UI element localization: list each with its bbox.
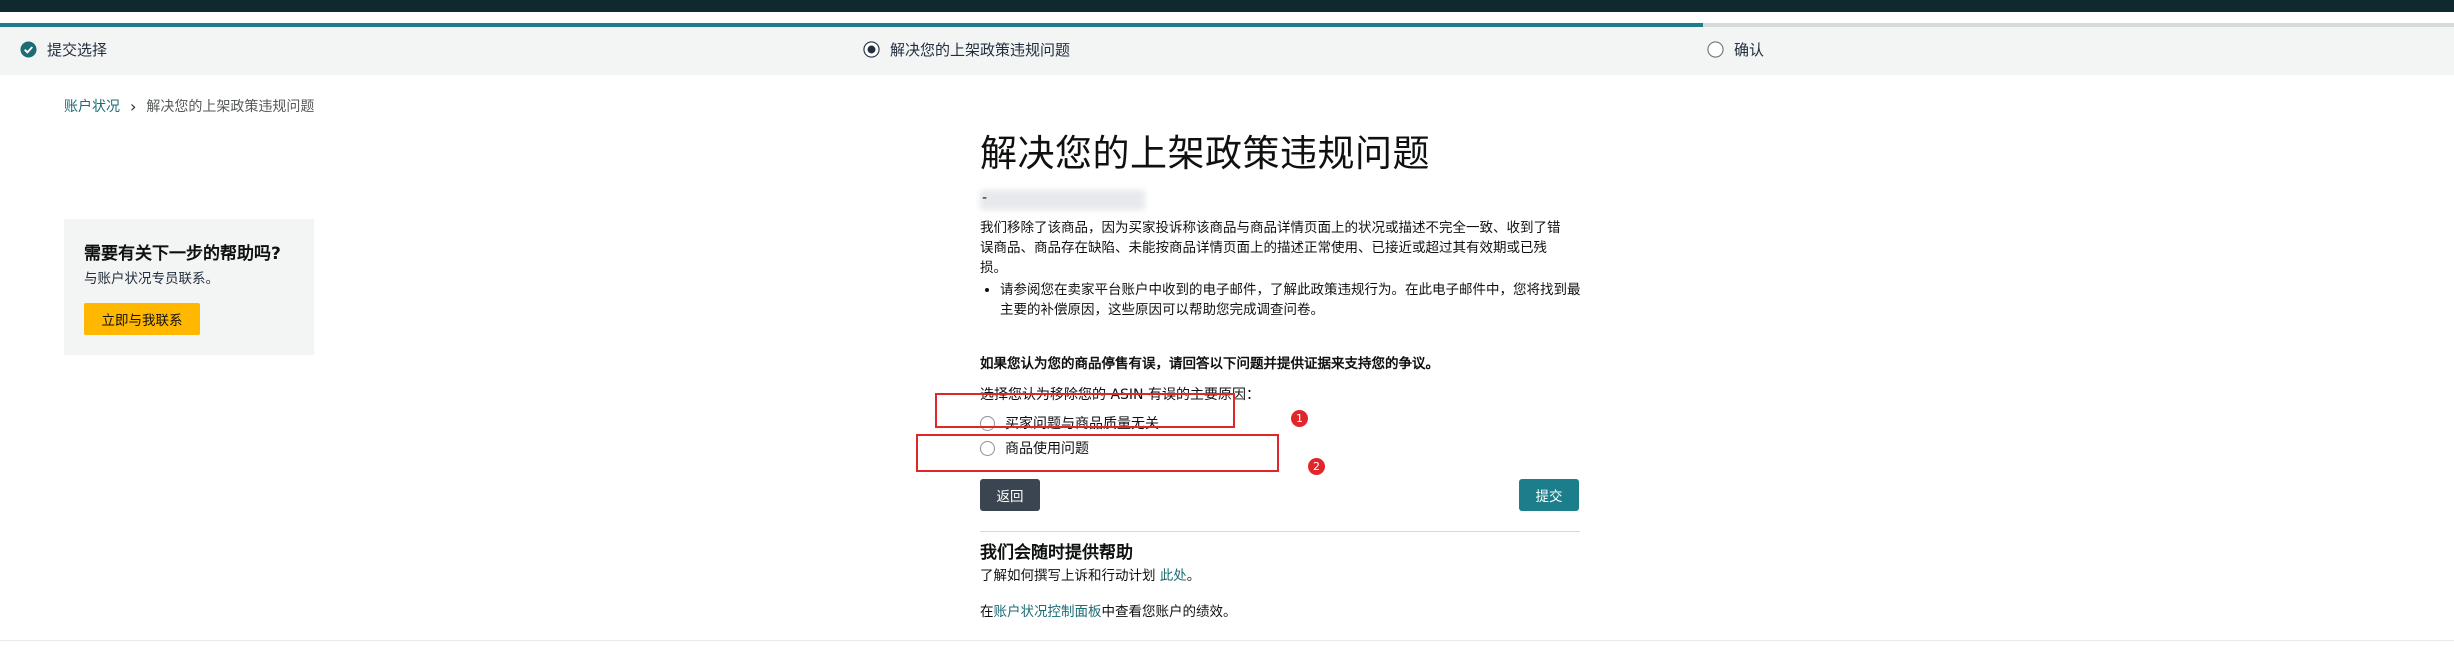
removal-explanation: 我们移除了该商品，因为买家投诉称该商品与商品详情页面上的状况或描述不完全一致、收… (980, 220, 1561, 276)
breadcrumb-current: 解决您的上架政策违规问题 (146, 99, 315, 115)
bottom-rule (0, 640, 2454, 641)
step-submit-selection: 提交选择 (20, 39, 107, 60)
help-line-text: 了解如何撰写上诉和行动计划 (980, 568, 1160, 584)
help-line-appeal: 了解如何撰写上诉和行动计划 此处。 (980, 566, 1572, 586)
step-bar (0, 27, 2454, 75)
annotation-badge-1: 1 (1291, 410, 1308, 427)
help-card-title: 需要有关下一步的帮助吗? (84, 244, 281, 264)
help-line-dashboard: 在账户状况控制面板中查看您账户的绩效。 (980, 602, 1572, 622)
help-card-text: 与账户状况专员联系。 (84, 271, 219, 287)
asin-dash: - (982, 190, 988, 206)
submit-button[interactable]: 提交 (1519, 479, 1579, 511)
bullet-item: 请参阅您在卖家平台账户中收到的电子邮件，了解此政策违规行为。在此电子邮件中，您将… (1000, 280, 1592, 320)
annotation-box-1 (935, 393, 1235, 428)
asin-redacted (980, 190, 1145, 210)
check-circle-icon (20, 41, 37, 58)
help-line-text: 在 (980, 604, 994, 620)
back-button[interactable]: 返回 (980, 479, 1040, 511)
chevron-right-icon: › (130, 96, 137, 116)
radio-empty-icon (1707, 41, 1724, 58)
annotation-box-2 (916, 434, 1279, 472)
help-section-title: 我们会随时提供帮助 (980, 543, 1133, 563)
help-card: 需要有关下一步的帮助吗? 与账户状况专员联系。 立即与我联系 (64, 219, 314, 355)
appeal-guide-link[interactable]: 此处 (1160, 568, 1187, 584)
annotation-badge-2: 2 (1308, 458, 1325, 475)
divider (980, 531, 1580, 532)
bullet-list: 请参阅您在卖家平台账户中收到的电子邮件，了解此政策违规行为。在此电子邮件中，您将… (980, 280, 1592, 320)
radio-current-icon (863, 41, 880, 58)
step-label: 提交选择 (47, 41, 108, 59)
contact-me-button[interactable]: 立即与我联系 (84, 303, 200, 335)
account-health-dashboard-link[interactable]: 账户状况控制面板 (994, 604, 1102, 620)
dispute-instruction: 如果您认为您的商品停售有误，请回答以下问题并提供证据来支持您的争议。 (980, 356, 1439, 372)
step-label: 确认 (1734, 41, 1765, 59)
step-label: 解决您的上架政策违规问题 (890, 41, 1071, 59)
breadcrumb-account-health-link[interactable]: 账户状况 (64, 96, 120, 116)
step-resolve-policy: 解决您的上架政策违规问题 (863, 39, 1070, 60)
page-title: 解决您的上架政策违规问题 (980, 132, 1430, 175)
help-line-text: 中查看您账户的绩效。 (1101, 604, 1237, 620)
help-line-text: 。 (1186, 568, 1201, 584)
top-header-bar (0, 0, 2454, 12)
step-confirm: 确认 (1707, 39, 1764, 60)
progress-fill (0, 23, 1704, 27)
breadcrumb: 账户状况 › 解决您的上架政策违规问题 (64, 96, 314, 116)
